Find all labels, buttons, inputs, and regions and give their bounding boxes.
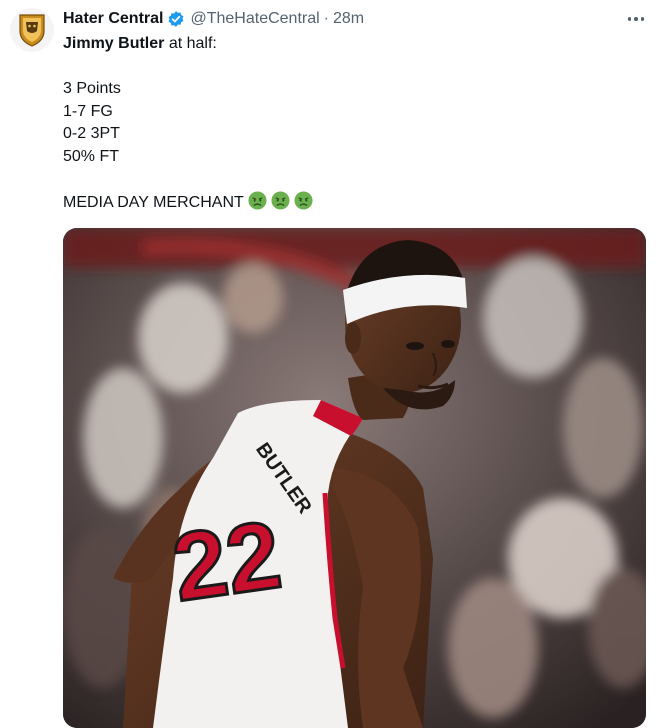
- closing-text: MEDIA DAY MERCHANT: [63, 193, 244, 211]
- tweet[interactable]: Hater Central @TheHateCentral · 28m Jimm…: [0, 0, 660, 728]
- tweet-header: Hater Central @TheHateCentral · 28m: [63, 8, 364, 30]
- nauseated-face-emoji: [294, 190, 313, 210]
- intro-rest: at half:: [164, 35, 217, 52]
- handle[interactable]: @TheHateCentral: [190, 10, 319, 28]
- player-name: Jimmy Butler: [63, 35, 165, 52]
- jersey-number: 22: [166, 501, 287, 622]
- nauseated-face-emoji: [248, 190, 267, 210]
- timestamp[interactable]: 28m: [333, 10, 364, 28]
- intro-line: Jimmy Butler at half:: [63, 33, 643, 56]
- verified-badge-icon: [167, 10, 185, 28]
- display-name[interactable]: Hater Central: [63, 10, 163, 28]
- stat-line: 3 Points: [63, 80, 121, 97]
- emoji-row: [244, 190, 313, 211]
- avatar[interactable]: [10, 8, 54, 52]
- more-options-icon[interactable]: [622, 8, 650, 30]
- separator-dot: ·: [323, 10, 329, 27]
- tweet-text: Jimmy Butler at half: 3 Points 1-7 FG 0-…: [63, 33, 643, 213]
- photo-butler: BUTLER 22: [63, 228, 646, 728]
- hater-central-logo-icon: [19, 14, 45, 47]
- stat-line: 0-2 3PT: [63, 125, 120, 142]
- tweet-photo[interactable]: BUTLER 22: [63, 228, 646, 728]
- stat-line: 50% FT: [63, 147, 120, 165]
- stat-line: 1-7 FG: [63, 102, 113, 120]
- nauseated-face-emoji: [271, 190, 290, 210]
- closing-line: MEDIA DAY MERCHANT: [63, 190, 643, 214]
